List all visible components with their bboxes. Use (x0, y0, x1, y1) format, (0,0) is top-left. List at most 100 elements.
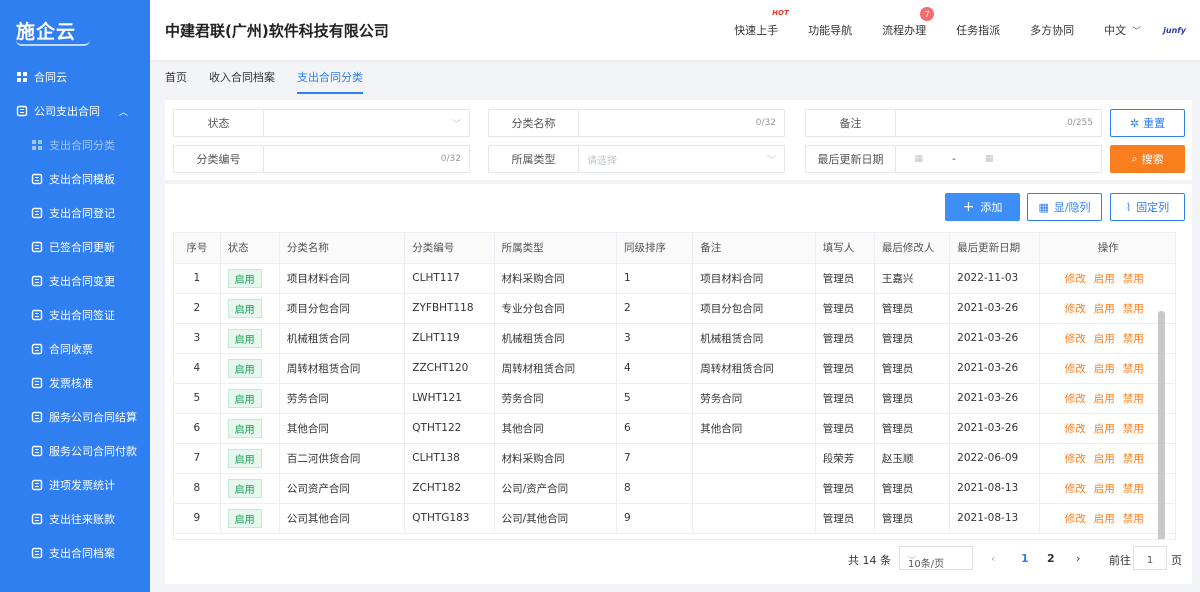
goto-page-input[interactable]: 1 (1133, 546, 1167, 570)
enable-button[interactable]: 启用 (1094, 483, 1115, 495)
page-2[interactable]: 2 (1047, 552, 1055, 565)
disable-button[interactable]: 禁用 (1123, 423, 1144, 435)
logo[interactable]: 施企云 (0, 0, 150, 60)
tab-income-archive[interactable]: 收入合同档案 (209, 62, 275, 94)
calendar-icon[interactable]: ▦ (985, 154, 994, 164)
table-row[interactable]: 7 启用 百二河供货合同 CLHT138 材料采购合同 7 段荣芳 赵玉顺 2022-06-09… (174, 443, 1175, 474)
remark-input[interactable]: 备注 0/255 (805, 109, 1102, 137)
table-row[interactable]: 3 启用 机械租赁合同 ZLHT119 机械租赁合同 3 机械租赁合同 管理员 管理员 2021-… (174, 323, 1175, 354)
edit-button[interactable]: 修改 (1065, 423, 1086, 435)
table-row[interactable]: 8 启用 公司资产合同 ZCHT182 公司/资产合同 8 管理员 管理员 2021-08-13… (174, 473, 1175, 504)
sidebar-item-8[interactable]: 合同收票 (0, 332, 150, 366)
table-row[interactable]: 4 启用 周转材租赁合同 ZZCHT120 周转材租赁合同 4 周转材租赁合同 管理员 管理员 2… (174, 353, 1175, 384)
table-cell: 4 (616, 353, 694, 384)
disable-button[interactable]: 禁用 (1123, 513, 1144, 525)
sidebar-item-0[interactable]: 合同云 (0, 60, 150, 94)
column-header[interactable]: 状态 (220, 233, 280, 264)
prev-page-button[interactable]: ‹ (991, 552, 995, 565)
table-scrollbar[interactable] (1158, 311, 1165, 539)
sidebar-item-13[interactable]: 支出往来账款 (0, 502, 150, 536)
collab-link[interactable]: 多方协同 (1030, 22, 1074, 38)
workflow-link[interactable]: 流程办理 7 (882, 7, 935, 38)
reset-button[interactable]: ✲ 重置 (1110, 109, 1185, 137)
table-row[interactable]: 6 启用 其他合同 QTHT122 其他合同 6 其他合同 管理员 管理员 2021-03-26 修… (174, 413, 1175, 444)
column-header[interactable]: 序号 (174, 233, 221, 264)
enable-button[interactable]: 启用 (1094, 393, 1115, 405)
column-header[interactable]: 最后修改人 (874, 233, 951, 264)
language-select[interactable]: 中文 ﹀ (1104, 22, 1141, 38)
category-code-input[interactable]: 分类编号 0/32 (173, 145, 470, 173)
sidebar-item-1[interactable]: 公司支出合同 ︿ (0, 94, 150, 128)
toggle-columns-button[interactable]: ▦ 显/隐列 (1027, 193, 1102, 221)
disable-button[interactable]: 禁用 (1123, 273, 1144, 285)
sidebar-item-10[interactable]: 服务公司合同结算 (0, 400, 150, 434)
table-row[interactable]: 9 启用 公司其他合同 QTHTG183 公司/其他合同 9 管理员 管理员 2021-08-1… (174, 503, 1175, 534)
sidebar-item-14[interactable]: 支出合同档案 (0, 536, 150, 570)
disable-button[interactable]: 禁用 (1123, 333, 1144, 345)
sidebar-item-label: 进项发票统计 (49, 479, 115, 492)
sidebar-item-3[interactable]: 支出合同模板 (0, 162, 150, 196)
sidebar-item-7[interactable]: 支出合同签证 (0, 298, 150, 332)
edit-button[interactable]: 修改 (1065, 483, 1086, 495)
column-header[interactable]: 最后更新日期 (949, 233, 1041, 264)
enable-button[interactable]: 启用 (1094, 423, 1115, 435)
edit-button[interactable]: 修改 (1065, 273, 1086, 285)
edit-button[interactable]: 修改 (1065, 303, 1086, 315)
add-button[interactable]: + 添加 (945, 193, 1020, 221)
fixed-columns-button[interactable]: ⌇ 固定列 (1110, 193, 1185, 221)
category-name-input[interactable]: 分类名称 0/32 (488, 109, 785, 137)
enable-button[interactable]: 启用 (1094, 363, 1115, 375)
tab-home[interactable]: 首页 (165, 62, 187, 94)
status-select[interactable]: 状态 ﹀ (173, 109, 470, 137)
column-header[interactable]: 操作 (1039, 233, 1175, 264)
column-header[interactable]: 备注 (692, 233, 816, 264)
enable-button[interactable]: 启用 (1094, 303, 1115, 315)
next-page-button[interactable]: › (1076, 552, 1080, 565)
sidebar-item-11[interactable]: 服务公司合同付款 (0, 434, 150, 468)
page-size-select[interactable]: 10条/页 ﹀ (899, 546, 973, 570)
grid-icon (16, 71, 28, 83)
sidebar-item-12[interactable]: 进项发票统计 (0, 468, 150, 502)
quick-start-link[interactable]: 快速上手 HOT (734, 9, 789, 38)
column-header[interactable]: 分类名称 (279, 233, 406, 264)
table-cell: 管理员 (874, 503, 951, 534)
disable-button[interactable]: 禁用 (1123, 363, 1144, 375)
feature-nav-link[interactable]: 功能导航 (808, 22, 852, 38)
edit-button[interactable]: 修改 (1065, 393, 1086, 405)
column-header[interactable]: 同级排序 (616, 233, 694, 264)
disable-button[interactable]: 禁用 (1123, 393, 1144, 405)
edit-button[interactable]: 修改 (1065, 363, 1086, 375)
table-cell: 2021-08-13 (949, 503, 1041, 534)
sidebar-item-5[interactable]: 已签合同更新 (0, 230, 150, 264)
column-header[interactable]: 填写人 (815, 233, 875, 264)
table-row[interactable]: 5 启用 劳务合同 LWHT121 劳务合同 5 劳务合同 管理员 管理员 2021-03-26 修… (174, 383, 1175, 414)
chevron-down-icon: ﹀ (451, 119, 461, 130)
edit-button[interactable]: 修改 (1065, 453, 1086, 465)
task-assign-link[interactable]: 任务指派 (956, 22, 1000, 38)
page-1[interactable]: 1 (1021, 552, 1029, 565)
type-select[interactable]: 所属类型 请选择 ﹀ (488, 145, 785, 173)
tab-expense-category[interactable]: 支出合同分类 (297, 62, 363, 94)
table-row[interactable]: 1 启用 项目材料合同 CLHT117 材料采购合同 1 项目材料合同 管理员 王嘉兴 2022-… (174, 263, 1175, 294)
sidebar-item-2[interactable]: 支出合同分类 (0, 128, 150, 162)
sidebar-item-6[interactable]: 支出合同变更 (0, 264, 150, 298)
enable-button[interactable]: 启用 (1094, 453, 1115, 465)
column-header[interactable]: 所属类型 (494, 233, 618, 264)
date-range-picker[interactable]: 最后更新日期 ▦ - ▦ (805, 145, 1102, 173)
table-row[interactable]: 2 启用 项目分包合同 ZYFBHT118 专业分包合同 2 项目分包合同 管理员 管理员 202… (174, 293, 1175, 324)
sidebar-item-4[interactable]: 支出合同登记 (0, 196, 150, 230)
status-badge: 启用 (227, 268, 262, 288)
disable-button[interactable]: 禁用 (1123, 483, 1144, 495)
column-header[interactable]: 分类编号 (404, 233, 495, 264)
enable-button[interactable]: 启用 (1094, 333, 1115, 345)
edit-button[interactable]: 修改 (1065, 333, 1086, 345)
disable-button[interactable]: 禁用 (1123, 453, 1144, 465)
edit-button[interactable]: 修改 (1065, 513, 1086, 525)
sidebar-item-9[interactable]: 发票核准 (0, 366, 150, 400)
enable-button[interactable]: 启用 (1094, 273, 1115, 285)
enable-button[interactable]: 启用 (1094, 513, 1115, 525)
calendar-icon[interactable]: ▦ (915, 154, 924, 164)
disable-button[interactable]: 禁用 (1123, 303, 1144, 315)
search-button[interactable]: ⌕ 搜索 (1110, 145, 1185, 173)
table-cell: 公司/其他合同 (494, 503, 618, 534)
